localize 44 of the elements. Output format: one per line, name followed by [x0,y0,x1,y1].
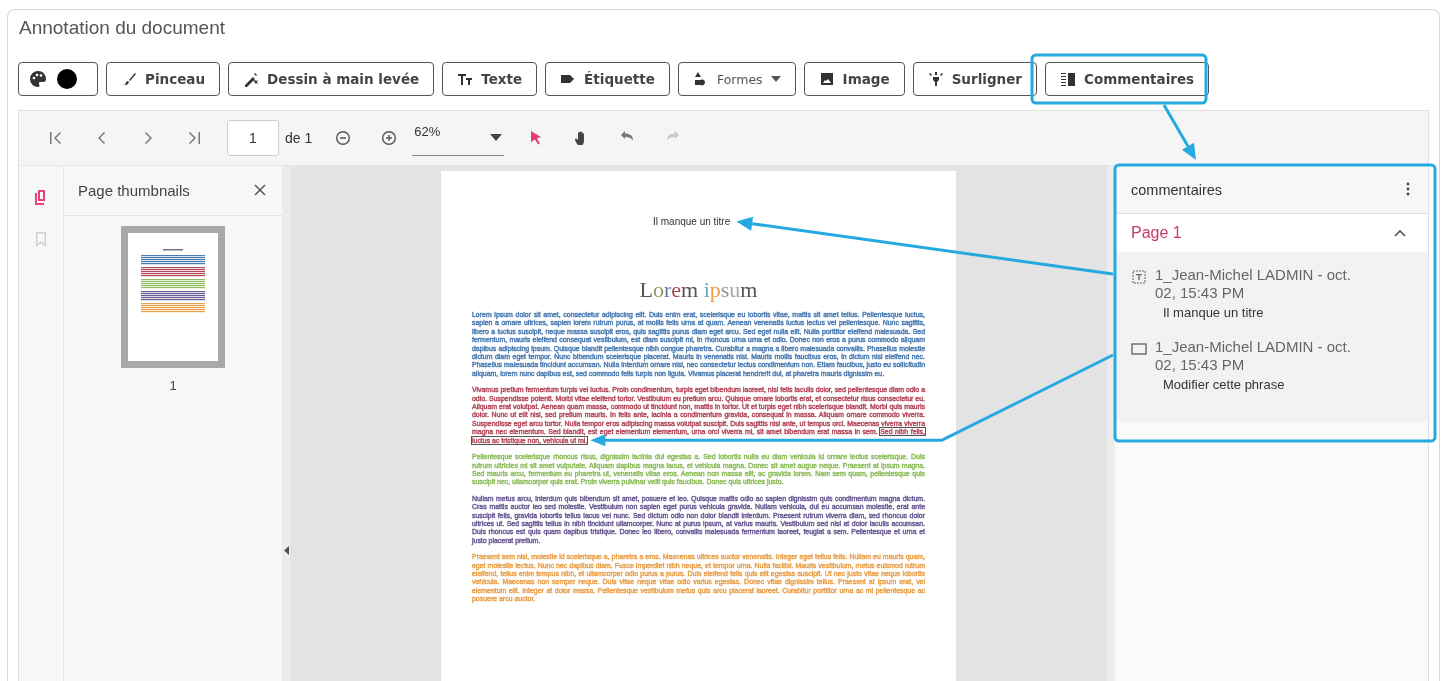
caret-icon [770,76,781,82]
toolbar-button[interactable]: Surligner [912,62,1037,96]
image-icon [818,71,835,87]
zoom-select[interactable]: 62% [412,120,505,156]
rectangle-icon [1131,341,1147,357]
toolbar-button[interactable]: Dessin à main levée [228,62,435,96]
highlighter-icon [927,71,944,87]
text-box-icon [1131,269,1147,285]
palette-icon [29,70,47,88]
text-size-icon [457,71,474,87]
toolbar-button[interactable]: Pinceau [106,62,220,96]
page-number-field[interactable]: 1 [227,120,279,156]
color-picker-button[interactable] [18,62,98,96]
page-number: 1 [169,378,177,393]
page-count-text: de 1 [285,130,313,146]
shapes-dropdown[interactable]: Formes [677,62,796,96]
toolbar-button[interactable]: Étiquette [545,62,670,96]
more-options-button[interactable] [1406,181,1412,198]
document-heading: Lorem ipsum [639,277,758,303]
first-page-icon [48,130,64,146]
chevron-up-icon [1394,229,1406,237]
toolbar-button[interactable]: Image [803,62,905,96]
zoom-out-icon [335,130,352,146]
comment-author: 1_Jean-Michel LADMIN - oct. 02, 15:43 PM [1155,338,1352,374]
comment-text: Modifier cette phrase [1163,377,1286,392]
kebab-menu-icon [1406,181,1410,198]
panel-title: Page thumbnails [78,182,190,199]
page-title: Annotation du document [18,16,226,40]
magic-pen-icon [243,71,259,87]
comment-list-icon [1060,71,1076,87]
page-group-header[interactable]: Page 1 [1115,214,1428,252]
comment-text: Il manque un titre [1163,305,1265,320]
toolbar-button[interactable]: Commentaires [1045,62,1210,96]
collapse-handle-icon[interactable] [284,546,292,558]
text-annotation: Il manque un titre [653,216,731,227]
close-icon [254,183,266,198]
callout-arrow [1162,104,1196,160]
page-thumbnail[interactable] [121,226,225,368]
comment-author: 1_Jean-Michel LADMIN - oct. 02, 15:43 PM [1155,266,1352,302]
toolbar-button[interactable]: Texte [442,62,538,96]
close-button[interactable] [254,183,268,198]
caret-icon [490,134,503,141]
panel-title: commentaires [1131,181,1223,198]
zoom-in-icon [381,130,398,146]
